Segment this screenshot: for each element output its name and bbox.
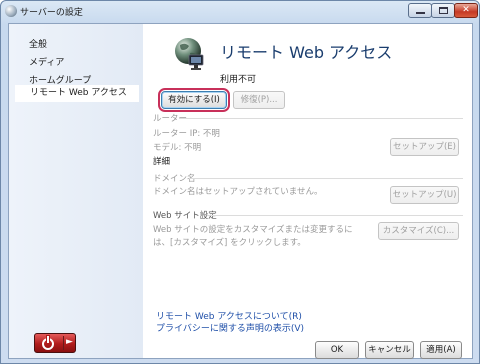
enable-button[interactable]: 有効にする(I) [158, 88, 230, 112]
minimize-icon [416, 12, 425, 14]
apply-button[interactable]: 適用(A) [420, 341, 462, 359]
window-title: サーバーの設定 [20, 8, 83, 18]
close-button[interactable]: ✕ [454, 3, 478, 18]
router-ip-text: ルーター IP: 不明 [153, 129, 220, 139]
power-button[interactable]: ► [34, 333, 76, 353]
website-divider [207, 215, 463, 216]
status-text: 利用不可 [220, 75, 257, 85]
globe-monitor-icon [175, 38, 204, 70]
sidebar-item-general[interactable]: 全般 [29, 37, 47, 50]
domain-divider [189, 178, 463, 179]
power-menu-arrow-icon[interactable]: ► [66, 337, 73, 347]
domain-status-text: ドメイン名はセットアップされていません。 [153, 187, 323, 197]
cancel-button[interactable]: キャンセル [365, 341, 414, 359]
settings-window: サーバーの設定 ✕ 全般 メディア ホームグループ リモート Web アクセス … [0, 0, 480, 364]
sidebar-item-media[interactable]: メディア [29, 55, 64, 68]
page-title: リモート Web アクセス [220, 43, 393, 62]
router-divider [179, 118, 463, 119]
details-label[interactable]: 詳細 [153, 155, 170, 167]
main-panel: リモート Web アクセス 利用不可 有効にする(I) 修復(P)... ルータ… [145, 24, 472, 359]
sidebar: 全般 メディア ホームグループ リモート Web アクセス ► [9, 24, 143, 358]
website-text-line1: Web サイトの設定をカスタマイズまたは変更するに [153, 225, 353, 235]
client-area: 全般 メディア ホームグループ リモート Web アクセス ► リモート Web… [8, 23, 473, 359]
router-model-text: モデル: 不明 [153, 143, 202, 153]
window-icon [5, 5, 17, 17]
maximize-button[interactable] [431, 3, 455, 18]
ok-button[interactable]: OK [315, 341, 359, 359]
customize-button[interactable]: カスタマイズ(C)... [378, 222, 459, 240]
maximize-icon [439, 7, 448, 14]
website-text-line2: は、[カスタマイズ] をクリックします。 [153, 238, 306, 248]
sidebar-item-remote-web-access[interactable]: リモート Web アクセス [15, 85, 139, 102]
domain-setup-button[interactable]: セットアップ(U) [390, 186, 459, 204]
minimize-button[interactable] [408, 3, 432, 18]
router-setup-button[interactable]: セットアップ(E) [390, 138, 459, 156]
close-icon: ✕ [462, 5, 470, 15]
title-bar[interactable]: サーバーの設定 ✕ [1, 1, 479, 21]
privacy-link[interactable]: プライバシーに関する声明の表示(V) [156, 321, 304, 334]
repair-button[interactable]: 修復(P)... [233, 91, 285, 109]
